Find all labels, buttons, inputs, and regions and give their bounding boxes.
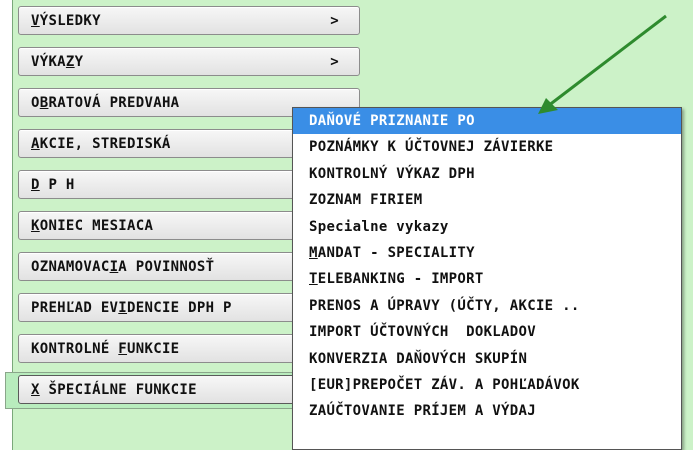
annotation-arrow-icon [538, 14, 667, 114]
